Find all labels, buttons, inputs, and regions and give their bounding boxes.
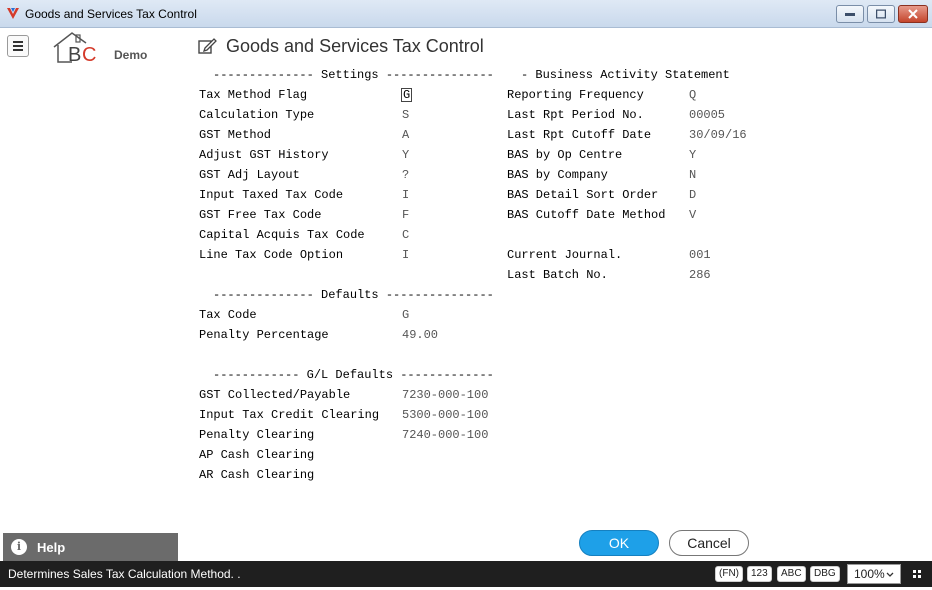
svg-text:B: B <box>68 44 81 65</box>
label-bas-cutoff-date-method: BAS Cutoff Date Method <box>507 208 666 222</box>
label-last-rpt-period-no: Last Rpt Period No. <box>507 108 644 122</box>
svg-text:C: C <box>82 44 96 65</box>
field-last-rpt-period-no[interactable]: 00005 <box>689 108 725 122</box>
hamburger-icon <box>13 41 23 51</box>
label-calculation-type: Calculation Type <box>199 108 315 122</box>
dbg-badge[interactable]: DBG <box>810 566 840 582</box>
minimize-icon <box>845 13 855 16</box>
field-last-rpt-cutoff-date[interactable]: 30/09/16 <box>689 128 747 142</box>
field-last-batch-no[interactable]: 286 <box>689 268 711 282</box>
ok-button[interactable]: OK <box>579 530 659 556</box>
label-gst-adj-layout: GST Adj Layout <box>199 168 300 182</box>
info-icon: i <box>11 539 27 555</box>
label-input-tax-credit-clearing: Input Tax Credit Clearing <box>199 408 380 422</box>
page-title: Goods and Services Tax Control <box>226 36 484 56</box>
label-input-taxed-tax-code: Input Taxed Tax Code <box>199 188 344 202</box>
field-penalty-percentage[interactable]: 49.00 <box>402 328 438 342</box>
logo-demo-label: Demo <box>114 48 148 62</box>
field-tax-method-flag[interactable]: G <box>401 88 413 102</box>
field-current-journal[interactable]: 001 <box>689 248 711 262</box>
field-line-tax-code-option[interactable]: I <box>402 248 409 262</box>
field-gst-collected-payable[interactable]: 7230-000-100 <box>402 388 488 402</box>
close-icon <box>908 9 918 19</box>
defaults-heading: -------------- Defaults --------------- <box>213 288 494 302</box>
cancel-button[interactable]: Cancel <box>669 530 749 556</box>
label-ap-cash-clearing: AP Cash Clearing <box>199 448 315 462</box>
label-line-tax-code-option: Line Tax Code Option <box>199 248 344 262</box>
close-button[interactable] <box>898 5 928 23</box>
window-titlebar: Goods and Services Tax Control <box>0 0 932 28</box>
label-penalty-clearing: Penalty Clearing <box>199 428 315 442</box>
zoom-value: 100% <box>854 567 885 581</box>
label-last-rpt-cutoff-date: Last Rpt Cutoff Date <box>507 128 652 142</box>
field-reporting-frequency[interactable]: Q <box>689 88 696 102</box>
field-calculation-type[interactable]: S <box>402 108 409 122</box>
label-tax-method-flag: Tax Method Flag <box>199 88 308 102</box>
label-gst-collected-payable: GST Collected/Payable <box>199 388 351 402</box>
field-input-taxed-tax-code[interactable]: I <box>402 188 409 202</box>
field-bas-by-company[interactable]: N <box>689 168 696 182</box>
label-bas-by-op-centre: BAS by Op Centre <box>507 148 623 162</box>
maximize-button[interactable] <box>867 5 895 23</box>
field-capital-acquis-tax-code[interactable]: C <box>402 228 409 242</box>
window-title: Goods and Services Tax Control <box>25 7 197 21</box>
label-reporting-frequency: Reporting Frequency <box>507 88 644 102</box>
label-last-batch-no: Last Batch No. <box>507 268 608 282</box>
help-panel[interactable]: i Help <box>3 533 178 561</box>
field-gst-adj-layout[interactable]: ? <box>402 168 409 182</box>
label-gst-free-tax-code: GST Free Tax Code <box>199 208 322 222</box>
field-adjust-gst-history[interactable]: Y <box>402 148 409 162</box>
help-label: Help <box>37 540 66 555</box>
status-bar: Determines Sales Tax Calculation Method.… <box>0 561 932 587</box>
maximize-icon <box>876 9 886 19</box>
label-capital-acquis-tax-code: Capital Acquis Tax Code <box>199 228 365 242</box>
label-bas-detail-sort-order: BAS Detail Sort Order <box>507 188 659 202</box>
abc-badge[interactable]: ABC <box>777 566 806 582</box>
label-gst-method: GST Method <box>199 128 272 142</box>
grid-icon[interactable] <box>913 570 921 578</box>
field-bas-detail-sort-order[interactable]: D <box>689 188 696 202</box>
label-bas-by-company: BAS by Company <box>507 168 608 182</box>
bas-heading: - Business Activity Statement <box>521 68 730 82</box>
status-message: Determines Sales Tax Calculation Method.… <box>8 567 241 581</box>
menu-button[interactable] <box>7 35 29 57</box>
num-badge[interactable]: 123 <box>747 566 772 582</box>
label-adjust-gst-history: Adjust GST History <box>199 148 329 162</box>
label-current-journal: Current Journal. <box>507 248 623 262</box>
field-bas-by-op-centre[interactable]: Y <box>689 148 696 162</box>
chevron-down-icon <box>886 572 894 577</box>
field-input-tax-credit-clearing[interactable]: 5300-000-100 <box>402 408 488 422</box>
fn-badge[interactable]: (FN) <box>715 566 743 582</box>
field-gst-free-tax-code[interactable]: F <box>402 208 409 222</box>
app-header: B C Demo Goods and Services Tax Control <box>0 28 932 68</box>
label-penalty-percentage: Penalty Percentage <box>199 328 329 342</box>
company-logo: B C <box>53 32 96 65</box>
field-gst-method[interactable]: A <box>402 128 409 142</box>
gl-defaults-heading: ------------ G/L Defaults ------------- <box>213 368 494 382</box>
edit-document-icon <box>198 38 217 54</box>
field-penalty-clearing[interactable]: 7240-000-100 <box>402 428 488 442</box>
minimize-button[interactable] <box>836 5 864 23</box>
label-tax-code: Tax Code <box>199 308 257 322</box>
settings-heading: -------------- Settings --------------- <box>213 68 494 82</box>
zoom-select[interactable]: 100% <box>847 564 901 584</box>
field-bas-cutoff-date-method[interactable]: V <box>689 208 696 222</box>
app-logo-icon <box>7 8 19 19</box>
field-tax-code[interactable]: G <box>402 308 409 322</box>
label-ar-cash-clearing: AR Cash Clearing <box>199 468 315 482</box>
